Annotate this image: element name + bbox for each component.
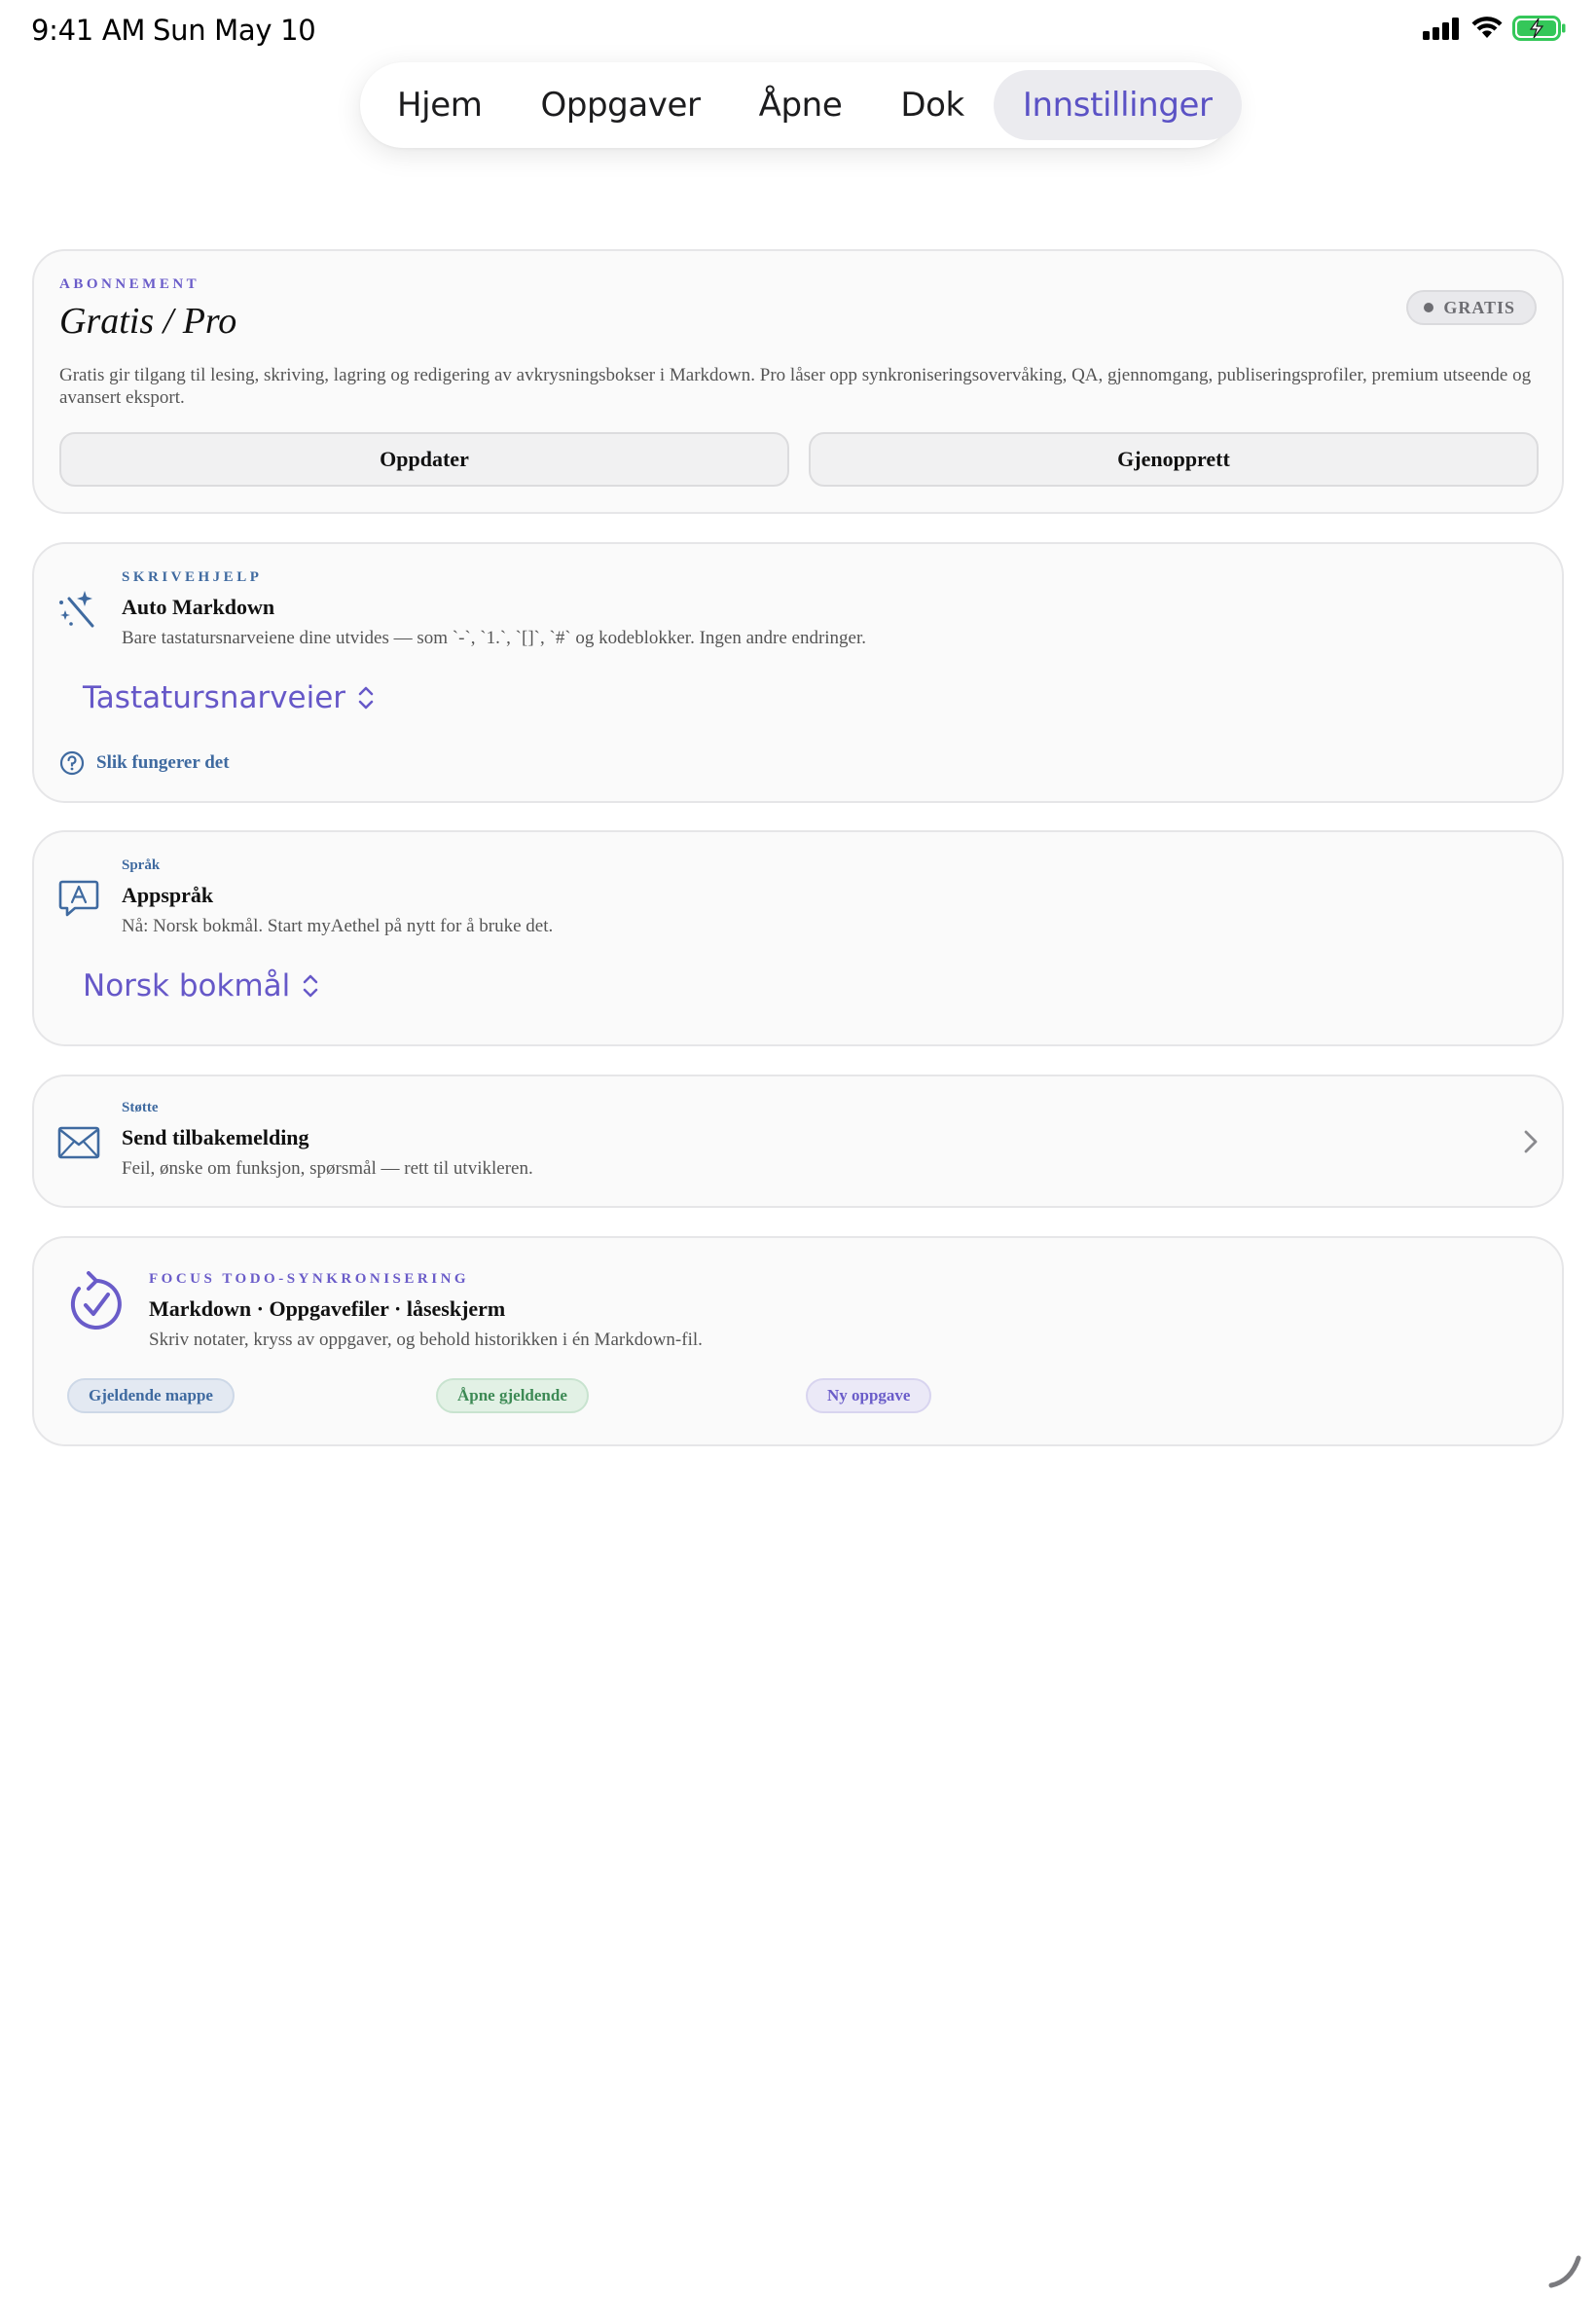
plan-status-label: GRATIS xyxy=(1443,297,1515,317)
tab-dok[interactable]: Dok xyxy=(871,70,993,140)
language-bubble-icon xyxy=(58,880,99,917)
subscription-description: Gratis gir tilgang til lesing, skriving,… xyxy=(59,365,1532,408)
writing-help-title: Auto Markdown xyxy=(122,595,275,619)
language-title: Appspråk xyxy=(122,883,214,907)
sync-description: Skriv notater, kryss av oppgaver, og beh… xyxy=(149,1330,703,1350)
current-folder-chip[interactable]: Gjeldende mappe xyxy=(67,1378,235,1413)
home-indicator xyxy=(1548,2255,1581,2288)
magic-wand-icon xyxy=(59,591,94,628)
shortcut-mode-value: Tastatursnarveier xyxy=(83,680,346,715)
top-tab-bar: Hjem Oppgaver Åpne Dok Innstillinger xyxy=(360,62,1242,148)
sync-check-icon xyxy=(70,1271,122,1330)
chevron-right-icon xyxy=(1524,1130,1538,1153)
language-card: Språk Appspråk Nå: Norsk bokmål. Start m… xyxy=(32,830,1564,1046)
support-title: Send tilbakemelding xyxy=(122,1125,309,1149)
writing-help-card: SKRIVEHJELP Auto Markdown Bare tastaturs… xyxy=(32,542,1564,803)
focus-todo-sync-card: FOCUS TODO-SYNKRONISERING Markdown · Opp… xyxy=(32,1236,1564,1446)
status-bar: 9:41 AM Sun May 10 xyxy=(0,0,1596,62)
tab-innstillinger[interactable]: Innstillinger xyxy=(993,70,1242,140)
tab-apne[interactable]: Åpne xyxy=(730,70,872,140)
open-current-chip[interactable]: Åpne gjeldende xyxy=(436,1378,589,1413)
language-description: Nå: Norsk bokmål. Start myAethel på nytt… xyxy=(122,916,554,936)
language-picker-value: Norsk bokmål xyxy=(83,968,291,1003)
status-time: 9:41 AM xyxy=(31,14,146,47)
status-dot-icon xyxy=(1424,303,1434,312)
status-date: Sun May 10 xyxy=(153,14,316,47)
upgrade-button[interactable]: Oppdater xyxy=(59,432,789,487)
language-picker[interactable]: Norsk bokmål xyxy=(83,968,319,1003)
sync-title: Markdown · Oppgavefiler · låseskjerm xyxy=(149,1296,506,1321)
sync-eyebrow: FOCUS TODO-SYNKRONISERING xyxy=(149,1271,470,1287)
tab-hjem[interactable]: Hjem xyxy=(368,70,511,140)
subscription-title: Gratis / Pro xyxy=(59,301,237,342)
chevron-up-down-icon xyxy=(304,974,318,998)
new-task-chip[interactable]: Ny oppgave xyxy=(806,1378,932,1413)
writing-help-eyebrow: SKRIVEHJELP xyxy=(122,569,263,585)
subscription-card: ABONNEMENT Gratis / Pro GRATIS Gratis gi… xyxy=(32,249,1564,514)
envelope-icon xyxy=(57,1126,100,1159)
cellular-signal-icon xyxy=(1423,18,1459,40)
chevron-up-down-icon xyxy=(358,686,374,710)
battery-charging-icon xyxy=(1512,16,1566,41)
subscription-eyebrow: ABONNEMENT xyxy=(59,276,200,292)
how-it-works-label: Slik fungerer det xyxy=(96,752,230,773)
writing-help-description: Bare tastatursnarveiene dine utvides — s… xyxy=(122,628,867,648)
status-icons xyxy=(1423,16,1567,41)
wifi-icon xyxy=(1471,17,1503,38)
language-eyebrow: Språk xyxy=(122,857,161,873)
question-circle-icon xyxy=(59,750,85,776)
send-feedback-row[interactable]: Støtte Send tilbakemelding Feil, ønske o… xyxy=(32,1075,1564,1208)
shortcut-mode-picker[interactable]: Tastatursnarveier xyxy=(83,680,375,715)
support-description: Feil, ønske om funksjon, spørsmål — rett… xyxy=(122,1158,533,1179)
restore-button[interactable]: Gjenopprett xyxy=(809,432,1539,487)
how-it-works-link[interactable]: Slik fungerer det xyxy=(59,750,230,776)
plan-status-badge: GRATIS xyxy=(1406,290,1537,325)
support-eyebrow: Støtte xyxy=(122,1100,159,1115)
tab-oppgaver[interactable]: Oppgaver xyxy=(511,70,729,140)
